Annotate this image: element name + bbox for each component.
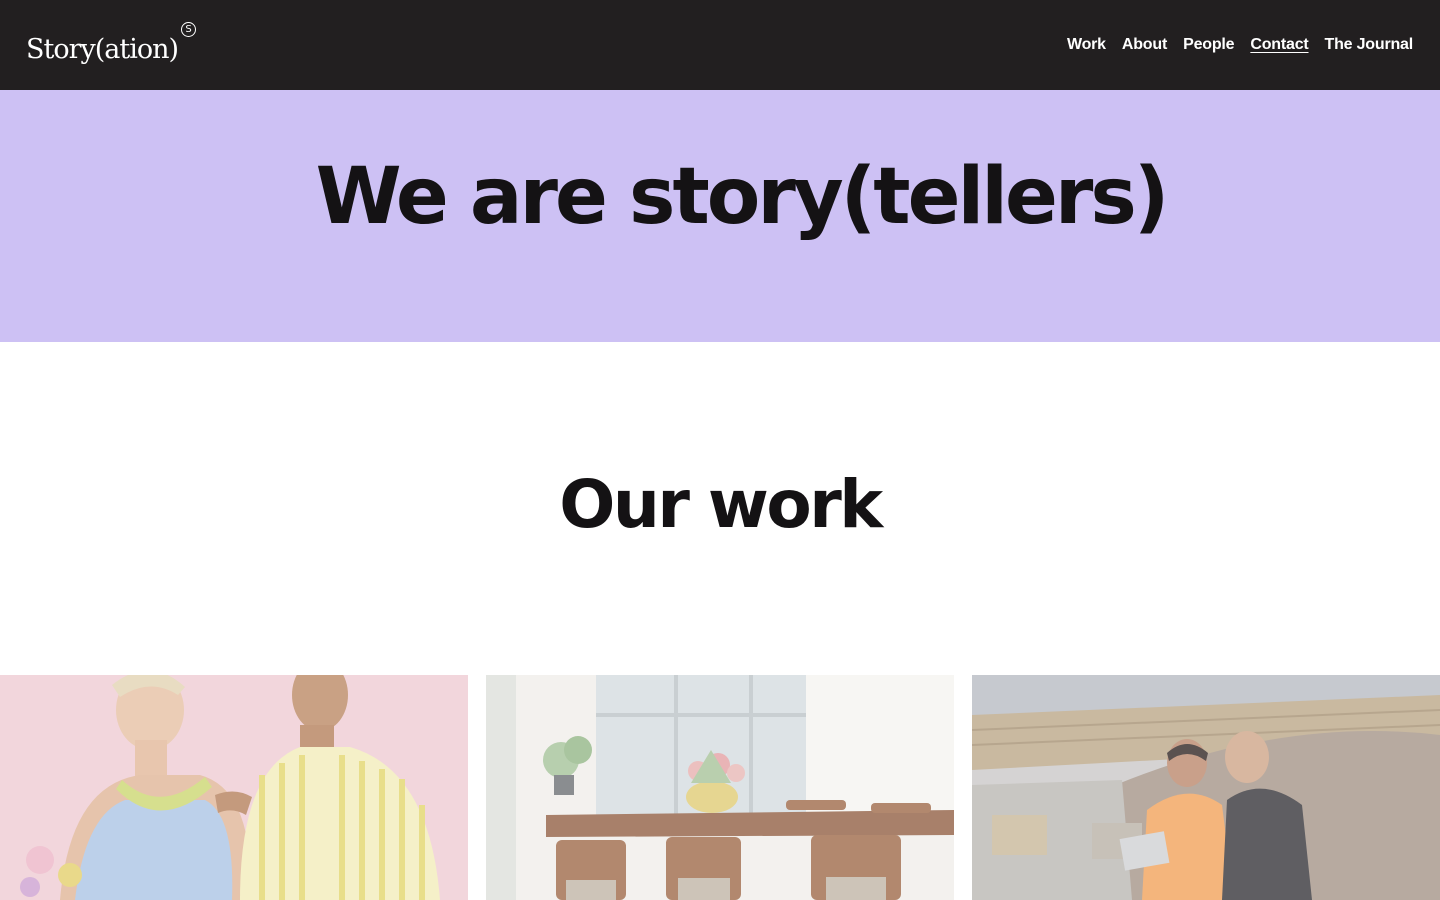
nav-link-contact[interactable]: Contact bbox=[1250, 36, 1308, 54]
work-card-construction[interactable] bbox=[972, 675, 1440, 900]
nav-link-about[interactable]: About bbox=[1122, 36, 1167, 54]
dining-room-photo bbox=[486, 675, 954, 900]
hero-banner: We are story(tellers) bbox=[0, 90, 1440, 342]
work-card-fashion[interactable] bbox=[0, 675, 468, 900]
registered-mark-icon: S bbox=[181, 21, 197, 37]
hero-title: We are story(tellers) bbox=[315, 152, 1170, 242]
site-header: Story(ation) S Work About People Contact… bbox=[0, 0, 1440, 90]
work-card-dining[interactable] bbox=[486, 675, 954, 900]
nav-link-journal[interactable]: The Journal bbox=[1325, 36, 1414, 54]
construction-site-photo bbox=[972, 675, 1440, 900]
logo-text: Story(ation) bbox=[26, 33, 179, 65]
work-grid bbox=[0, 675, 1440, 900]
nav-link-work[interactable]: Work bbox=[1067, 36, 1106, 54]
section-title-our-work: Our work bbox=[559, 466, 883, 543]
logo[interactable]: Story(ation) S bbox=[26, 21, 197, 65]
nav-link-people[interactable]: People bbox=[1183, 36, 1234, 54]
main-nav: Work About People Contact The Journal bbox=[1067, 36, 1413, 54]
fashion-models-photo bbox=[0, 675, 468, 900]
